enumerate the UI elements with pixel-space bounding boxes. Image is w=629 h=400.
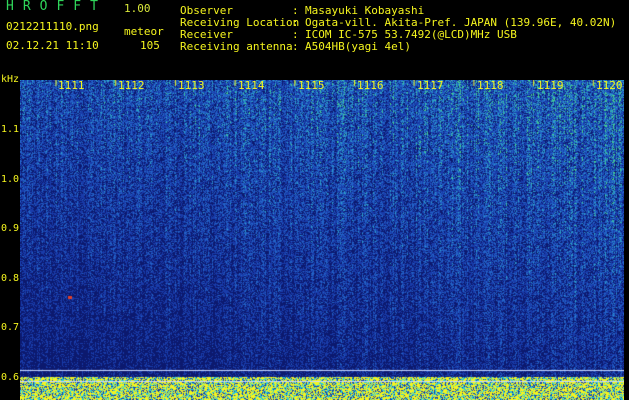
info-label-antenna: Receiving antenna	[180, 40, 293, 53]
spectrogram	[20, 80, 624, 400]
mode-label: meteor	[124, 25, 164, 38]
filename: 0212211110.png	[6, 20, 99, 33]
app-title: HROFFT	[6, 0, 107, 14]
y-tick-label: 1.1	[1, 124, 20, 135]
y-tick-label: 0.8	[1, 273, 20, 284]
info-value-antenna: A504HB(yagi 4el)	[305, 40, 411, 53]
info-colon: :	[292, 40, 299, 53]
minute-label: 1112	[118, 79, 145, 92]
minute-label: 1117	[417, 79, 444, 92]
y-tick-label: 1.0	[1, 174, 20, 185]
minute-label: 1116	[357, 79, 384, 92]
meteor-count: 105	[140, 39, 160, 52]
minute-label: 1115	[298, 79, 325, 92]
y-axis-unit: kHz	[1, 74, 20, 85]
minute-label: 1111	[58, 79, 85, 92]
minute-label: 1114	[238, 79, 265, 92]
minute-label: 1120	[596, 79, 623, 92]
y-tick-label: 0.6	[1, 372, 20, 383]
minute-label: 1113	[178, 79, 205, 92]
y-tick-label: 0.9	[1, 223, 20, 234]
minute-label: 1118	[477, 79, 504, 92]
app-version: 1.00	[124, 2, 151, 15]
y-tick-label: 0.7	[1, 322, 20, 333]
datetime: 02.12.21 11:10	[6, 39, 99, 52]
minute-label: 1119	[537, 79, 564, 92]
